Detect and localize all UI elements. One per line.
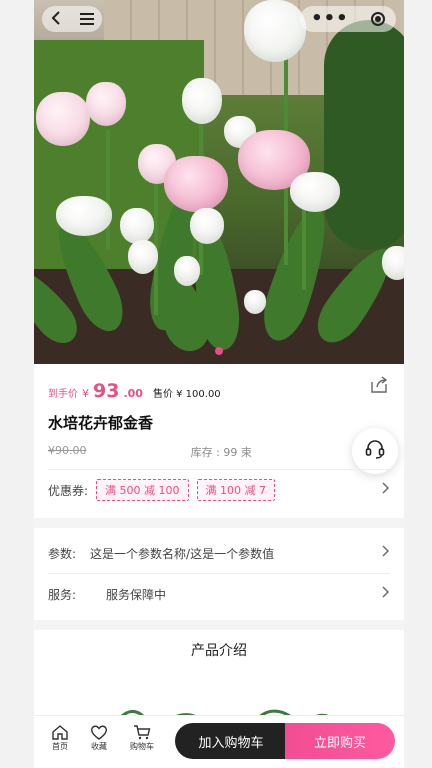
service-value: 服务保障中 (106, 587, 167, 602)
chevron-left-icon[interactable] (51, 10, 63, 29)
chevron-right-icon (382, 482, 390, 498)
section-gap (34, 518, 404, 528)
tulip-flower (244, 0, 306, 62)
stem (106, 130, 110, 250)
params-row[interactable]: 参数: 这是一个参数名称/这是一个参数值 (48, 543, 390, 563)
tulip-flower (120, 208, 154, 244)
final-price-integer: 93 (93, 380, 120, 402)
tab-favorite[interactable]: 收藏 (81, 724, 117, 752)
product-meta: ¥90.00 库存 : 99 束 销量 (48, 444, 378, 460)
bottom-action-bar: 首页 收藏 购物车 加入购物车 立即购买 (34, 715, 404, 768)
tulip-flower (290, 172, 340, 212)
sale-price: 售价 ¥ 100.00 (152, 389, 221, 400)
divider (48, 469, 390, 470)
carousel-indicator (215, 347, 223, 355)
cart-icon (124, 724, 160, 740)
product-title: 水培花卉郁金香 (48, 414, 154, 432)
tulip-flower (128, 240, 158, 274)
more-dots-icon[interactable]: ••• (311, 10, 349, 28)
params-label: 参数: (48, 546, 77, 561)
chevron-right-icon (382, 586, 390, 602)
tab-home[interactable]: 首页 (42, 724, 78, 752)
target-icon[interactable] (370, 12, 385, 26)
tulip-flower (182, 78, 222, 124)
service-label: 服务: (48, 587, 77, 602)
tab-cart-label: 购物车 (130, 742, 154, 751)
coupon-row[interactable]: 优惠券: 满 500 减 100 满 100 减 7 (48, 479, 390, 501)
price-row: 到手价 ¥ 93 .00 售价 ¥ 100.00 (48, 380, 221, 402)
buy-now-button[interactable]: 立即购买 (285, 723, 395, 759)
nav-capsule-left (42, 6, 102, 32)
customer-service-button[interactable] (352, 428, 398, 474)
nav-capsule-right: ••• (300, 6, 396, 32)
coupon-tag[interactable]: 满 100 减 7 (196, 479, 276, 501)
section-gap (34, 620, 404, 630)
tulip-flower (164, 156, 228, 212)
product-page: ••• 到手价 ¥ 93 .00 售价 ¥ 100.00 水培花卉郁金香 ¥90… (34, 0, 404, 768)
heart-icon (81, 724, 117, 740)
chevron-right-icon (382, 545, 390, 561)
tulip-flower (382, 246, 404, 280)
share-icon[interactable] (370, 376, 388, 394)
headset-icon (364, 438, 386, 464)
tulip-flower (174, 256, 200, 286)
currency-symbol: ¥ (82, 387, 89, 400)
home-icon (42, 724, 78, 740)
params-value: 这是一个参数名称/这是一个参数值 (90, 546, 275, 561)
tab-cart[interactable]: 购物车 (124, 724, 160, 752)
tab-favorite-label: 收藏 (91, 742, 107, 751)
divider (48, 573, 390, 574)
tulip-flower (56, 196, 112, 236)
tulip-flower (244, 290, 266, 314)
service-row[interactable]: 服务: 服务保障中 (48, 584, 390, 604)
tab-home-label: 首页 (52, 742, 68, 751)
shrub-background (324, 20, 404, 250)
coupon-label: 优惠券: (48, 483, 89, 498)
tulip-flower (190, 208, 224, 244)
hamburger-icon[interactable] (79, 10, 94, 29)
tulip-flower (36, 92, 90, 146)
product-image[interactable]: ••• (34, 0, 404, 364)
add-to-cart-button[interactable]: 加入购物车 (175, 723, 287, 759)
final-price-decimal: .00 (123, 387, 143, 400)
tulip-flower (86, 82, 126, 126)
final-price-label: 到手价 (48, 389, 78, 400)
stock-count: 库存 : 99 束 (190, 446, 252, 459)
coupon-tag[interactable]: 满 500 减 100 (96, 479, 189, 501)
product-intro-title: 产品介绍 (191, 643, 247, 659)
original-price: ¥90.00 (48, 444, 87, 457)
